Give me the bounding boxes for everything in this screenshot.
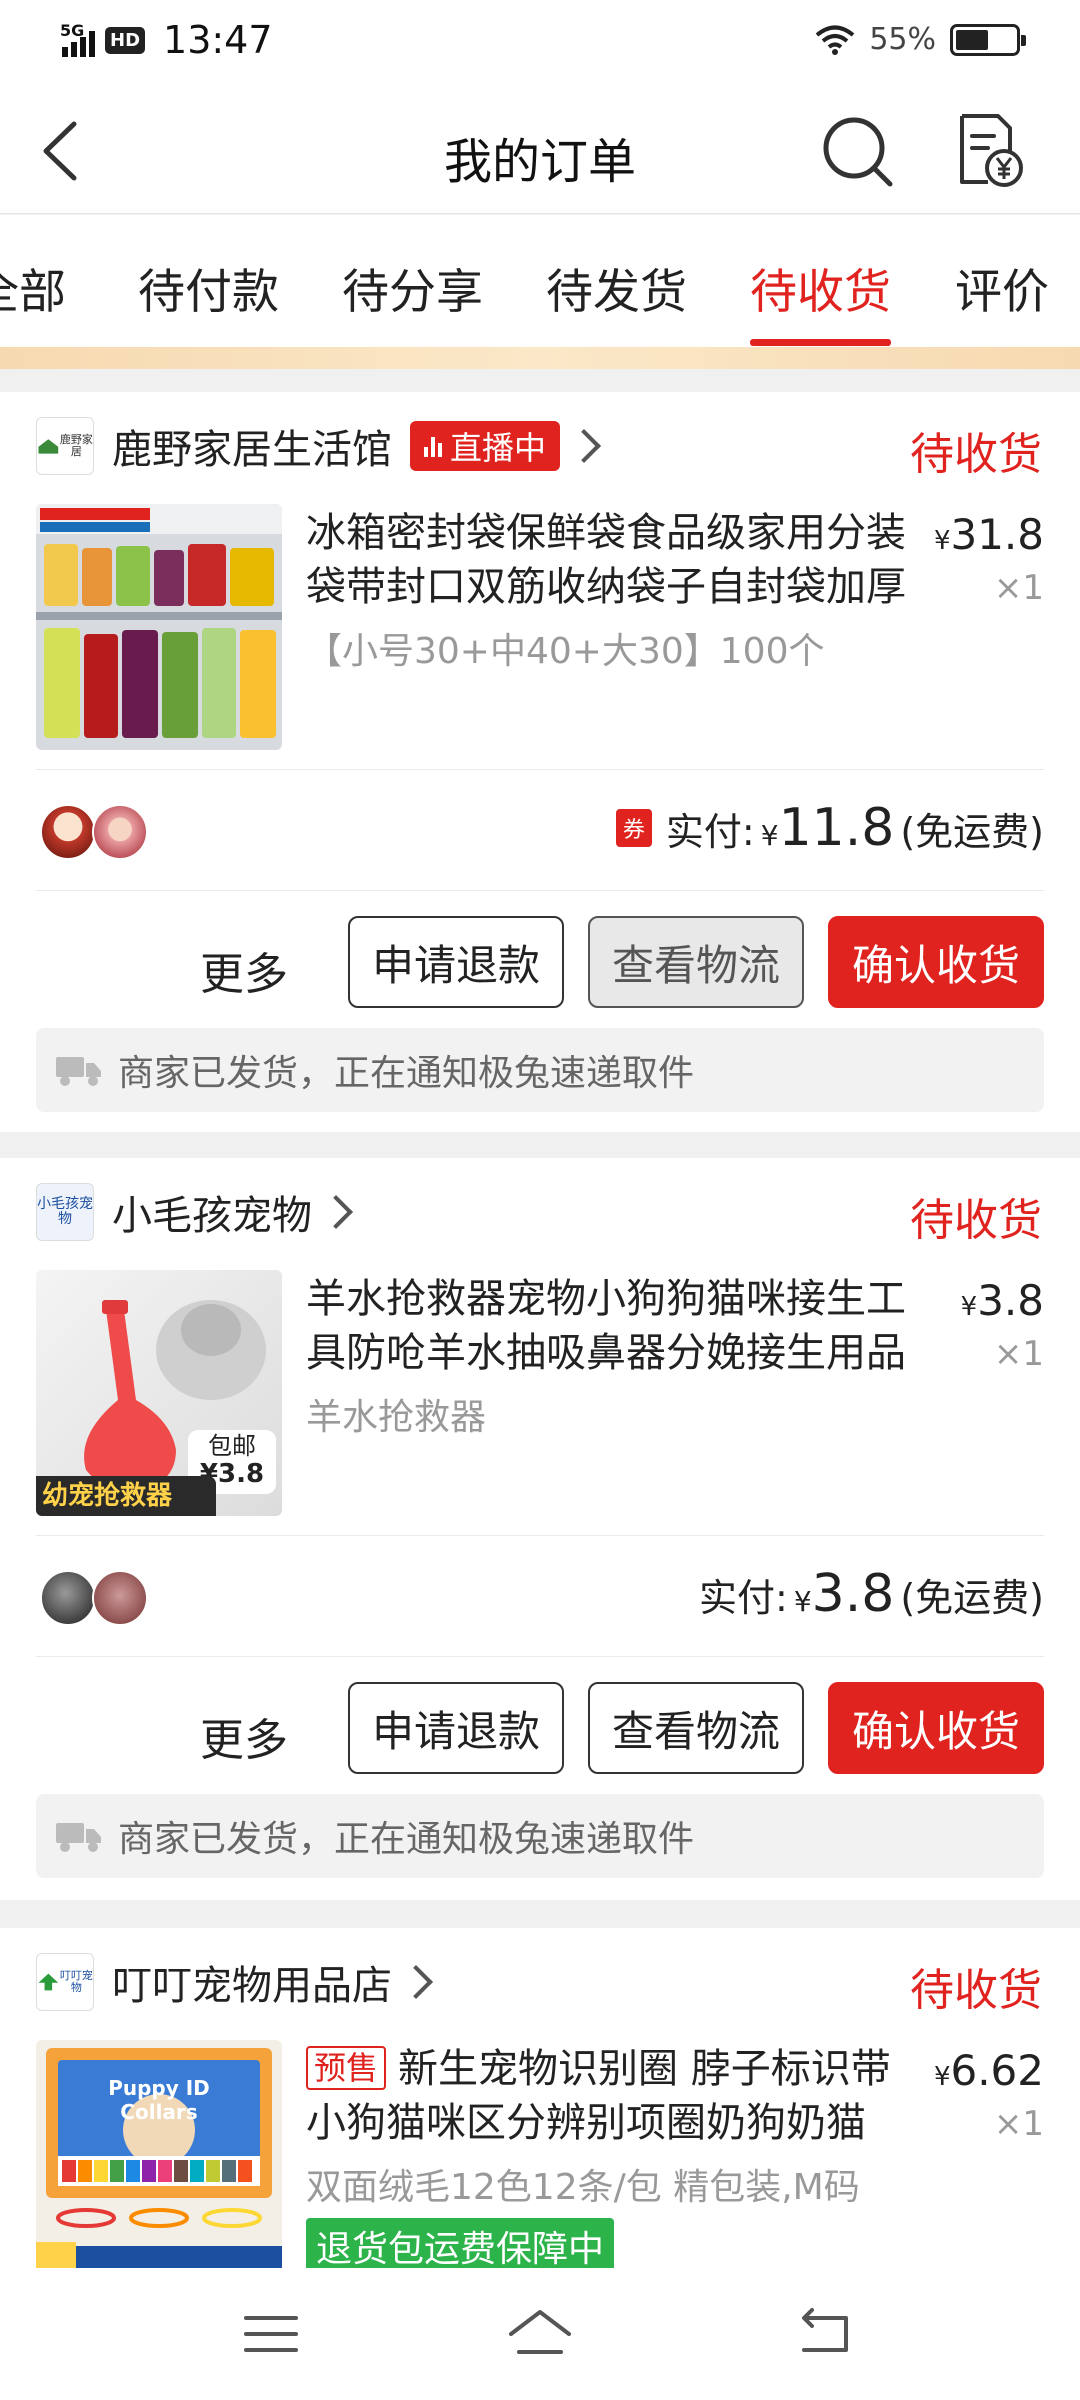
confirm-receipt-button[interactable]: 确认收货 <box>828 1682 1044 1774</box>
product-sku: 羊水抢救器 <box>306 1397 487 1438</box>
payment-row: 实付: ¥ 3.8 (免运费) <box>36 1536 1044 1656</box>
presale-badge: 预售 <box>306 2046 387 2090</box>
view-logistics-button[interactable]: 查看物流 <box>588 1682 804 1774</box>
return-shipping-guarantee-badge: 退货包运费保障中 <box>306 2218 615 2274</box>
buyer-avatars <box>40 1570 148 1626</box>
product-quantity: ×1 <box>993 1334 1044 1374</box>
shop-logo: 叮叮宠物 <box>36 1953 94 2011</box>
thumb-caption: Puppy ID Collars <box>108 2076 210 2124</box>
signal-icon: 5G <box>60 21 95 57</box>
coupon-badge: 券 <box>615 809 652 847</box>
thumb-caption: 幼宠抢救器 <box>36 1476 216 1516</box>
product-thumbnail[interactable]: Puppy ID Collars <box>36 2040 282 2268</box>
tab-pending-shipment[interactable]: 待发货 <box>546 253 687 322</box>
chevron-right-icon <box>399 1965 433 1999</box>
order-card[interactable]: 小毛孩宠物 小毛孩宠物 待收货 包邮 ¥3.8 幼宠抢救器 羊水抢救器宠物小狗狗… <box>0 1158 1080 1900</box>
more-button[interactable]: 更多 <box>200 1704 288 1768</box>
order-status: 待收货 <box>910 429 1042 480</box>
wifi-icon <box>816 25 855 55</box>
system-nav-bar <box>0 2268 1080 2400</box>
shipping-notice[interactable]: 商家已发货，正在通知极兔速递取件 <box>36 1028 1044 1112</box>
order-tabs: 全部 待付款 待分享 待发货 待收货 评价 <box>0 215 1080 347</box>
header: 我的订单 <box>0 86 1080 214</box>
product-title[interactable]: 羊水抢救器宠物小狗狗猫咪接生工具防呛羊水抽吸鼻器分娩接生用品 <box>306 1272 906 1380</box>
product-item[interactable]: Puppy ID Collars 预售 新生宠物识别圈 脖子标识带小狗猫咪区分辨别… <box>36 2040 1044 2290</box>
chevron-right-icon <box>319 1195 353 1229</box>
product-thumbnail[interactable] <box>36 504 282 750</box>
tab-pending-receipt[interactable]: 待收货 <box>750 253 891 346</box>
battery-icon <box>950 23 1026 56</box>
order-status: 待收货 <box>910 1195 1042 1246</box>
order-actions: 更多 申请退款 查看物流 确认收货 <box>36 1682 1044 1778</box>
order-status: 待收货 <box>910 1965 1042 2016</box>
chevron-right-icon <box>567 429 601 463</box>
confirm-receipt-button[interactable]: 确认收货 <box>828 916 1044 1008</box>
live-icon <box>424 435 442 457</box>
shop-header[interactable]: 小毛孩宠物 小毛孩宠物 <box>36 1180 1044 1244</box>
live-badge[interactable]: 直播中 <box>410 421 561 471</box>
buyer-avatars <box>40 804 148 860</box>
product-title[interactable]: 冰箱密封袋保鲜袋食品级家用分装袋带封口双筋收纳袋子自封袋加厚 <box>306 506 906 614</box>
order-card[interactable]: 鹿野家居 鹿野家居生活馆 直播中 待收货 冰箱密封袋保鲜袋食品级家用分装袋带封口… <box>0 392 1080 1132</box>
shop-header[interactable]: 鹿野家居 鹿野家居生活馆 直播中 <box>36 414 1044 478</box>
shop-logo: 鹿野家居 <box>36 417 94 475</box>
active-tab-indicator <box>750 339 891 346</box>
product-quantity: ×1 <box>993 568 1044 608</box>
product-price: ¥3.8 <box>960 1276 1044 1325</box>
status-bar: 5G HD 13:47 55% <box>0 0 1080 86</box>
battery-percent: 55% <box>869 22 936 57</box>
order-card[interactable]: 叮叮宠物 叮叮宠物用品店 待收货 Puppy ID Collars 预售 新生宠… <box>0 1928 1080 2274</box>
avatar <box>92 1570 148 1626</box>
truck-icon <box>56 1823 101 1852</box>
divider <box>36 890 1044 891</box>
shipping-notice[interactable]: 商家已发货，正在通知极兔速递取件 <box>36 1794 1044 1878</box>
product-quantity: ×1 <box>993 2104 1044 2144</box>
apply-refund-button[interactable]: 申请退款 <box>348 1682 564 1774</box>
truck-icon <box>56 1057 101 1086</box>
hd-icon: HD <box>105 26 146 54</box>
clock: 13:47 <box>163 18 273 62</box>
product-sku: 【小号30+中40+大30】100个 <box>306 631 825 672</box>
view-logistics-button[interactable]: 查看物流 <box>588 916 804 1008</box>
avatar <box>40 1570 96 1626</box>
promo-banner-strip <box>0 347 1080 369</box>
shop-header[interactable]: 叮叮宠物 叮叮宠物用品店 <box>36 1950 1044 2014</box>
tab-pending-payment[interactable]: 待付款 <box>138 253 279 322</box>
receipt-yen-icon[interactable] <box>948 110 1028 190</box>
paid-amount: 券 实付: ¥ 11.8 (免运费) <box>615 798 1044 858</box>
tab-pending-share[interactable]: 待分享 <box>342 253 483 322</box>
shop-name[interactable]: 鹿野家居生活馆 <box>112 417 392 475</box>
network-type: 5G <box>60 21 85 40</box>
order-actions: 更多 申请退款 查看物流 确认收货 <box>36 916 1044 1012</box>
avatar <box>40 804 96 860</box>
shop-name[interactable]: 叮叮宠物用品店 <box>112 1953 392 2011</box>
product-sku: 双面绒毛12色12条/包 精包装,M码 <box>306 2167 860 2208</box>
tab-reviews[interactable]: 评价 <box>955 253 1049 322</box>
apply-refund-button[interactable]: 申请退款 <box>348 916 564 1008</box>
menu-icon[interactable] <box>236 2304 306 2364</box>
tab-all[interactable]: 全部 <box>0 253 66 322</box>
payment-row: 券 实付: ¥ 11.8 (免运费) <box>36 770 1044 890</box>
product-title[interactable]: 预售 新生宠物识别圈 脖子标识带小狗猫咪区分辨别项圈奶狗奶猫 <box>306 2042 906 2150</box>
product-price: ¥31.8 <box>933 510 1044 559</box>
paid-amount: 实付: ¥ 3.8 (免运费) <box>699 1564 1044 1624</box>
avatar <box>92 804 148 860</box>
product-price: ¥6.62 <box>933 2046 1044 2095</box>
home-icon[interactable] <box>505 2304 575 2364</box>
product-item[interactable]: 冰箱密封袋保鲜袋食品级家用分装袋带封口双筋收纳袋子自封袋加厚 【小号30+中40… <box>36 504 1044 754</box>
shop-name[interactable]: 小毛孩宠物 <box>112 1183 312 1241</box>
product-item[interactable]: 包邮 ¥3.8 幼宠抢救器 羊水抢救器宠物小狗狗猫咪接生工具防呛羊水抽吸鼻器分娩… <box>36 1270 1044 1520</box>
product-thumbnail[interactable]: 包邮 ¥3.8 幼宠抢救器 <box>36 1270 282 1516</box>
back-arrow-icon[interactable] <box>790 2304 860 2364</box>
divider <box>36 1656 1044 1657</box>
search-icon[interactable] <box>818 112 898 192</box>
more-button[interactable]: 更多 <box>200 938 288 1002</box>
page-title: 我的订单 <box>443 134 636 190</box>
shop-logo: 小毛孩宠物 <box>36 1183 94 1241</box>
